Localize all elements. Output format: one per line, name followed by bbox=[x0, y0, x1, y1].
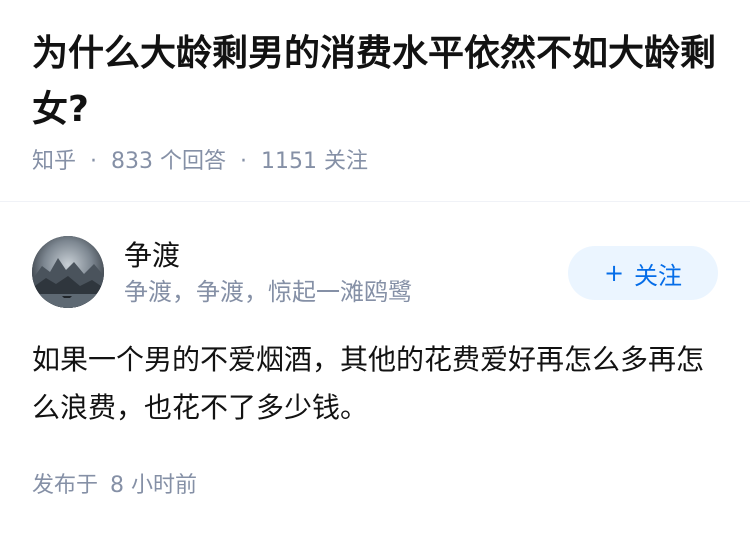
follow-button[interactable]: + 关注 bbox=[568, 246, 718, 300]
page: 为什么大龄剩男的消费水平依然不如大龄剩女? 知乎 · 833 个回答 · 115… bbox=[0, 0, 750, 538]
meta-separator: · bbox=[90, 149, 98, 174]
plus-icon: + bbox=[603, 259, 625, 287]
author-headline: 争渡，争渡，惊起一滩鸥鹭 bbox=[124, 278, 412, 306]
follow-button-label: 关注 bbox=[634, 261, 683, 290]
meta-separator: · bbox=[240, 149, 248, 174]
section-divider bbox=[0, 201, 750, 202]
answer-timestamp: 发布于 8 小时前 bbox=[32, 470, 197, 502]
answers-count[interactable]: 833 个回答 bbox=[111, 146, 226, 178]
landscape-avatar-icon bbox=[32, 236, 104, 308]
question-meta: 知乎 · 833 个回答 · 1151 关注 bbox=[32, 146, 732, 178]
time-prefix: 发布于 bbox=[32, 473, 99, 498]
source-label[interactable]: 知乎 bbox=[32, 146, 76, 178]
answer-content[interactable]: 如果一个男的不爱烟酒，其他的花费爱好再怎么多再怎么浪费，也花不了多少钱。 bbox=[32, 336, 718, 432]
time-value: 8 小时前 bbox=[110, 473, 198, 498]
followers-count: 1151 关注 bbox=[261, 149, 368, 174]
question-header: 为什么大龄剩男的消费水平依然不如大龄剩女? 知乎 · 833 个回答 · 115… bbox=[32, 26, 732, 178]
question-title[interactable]: 为什么大龄剩男的消费水平依然不如大龄剩女? bbox=[32, 26, 732, 138]
author-row: 争渡 争渡，争渡，惊起一滩鸥鹭 + 关注 bbox=[32, 236, 718, 312]
avatar[interactable] bbox=[32, 236, 104, 308]
author-name[interactable]: 争渡 bbox=[124, 238, 180, 274]
